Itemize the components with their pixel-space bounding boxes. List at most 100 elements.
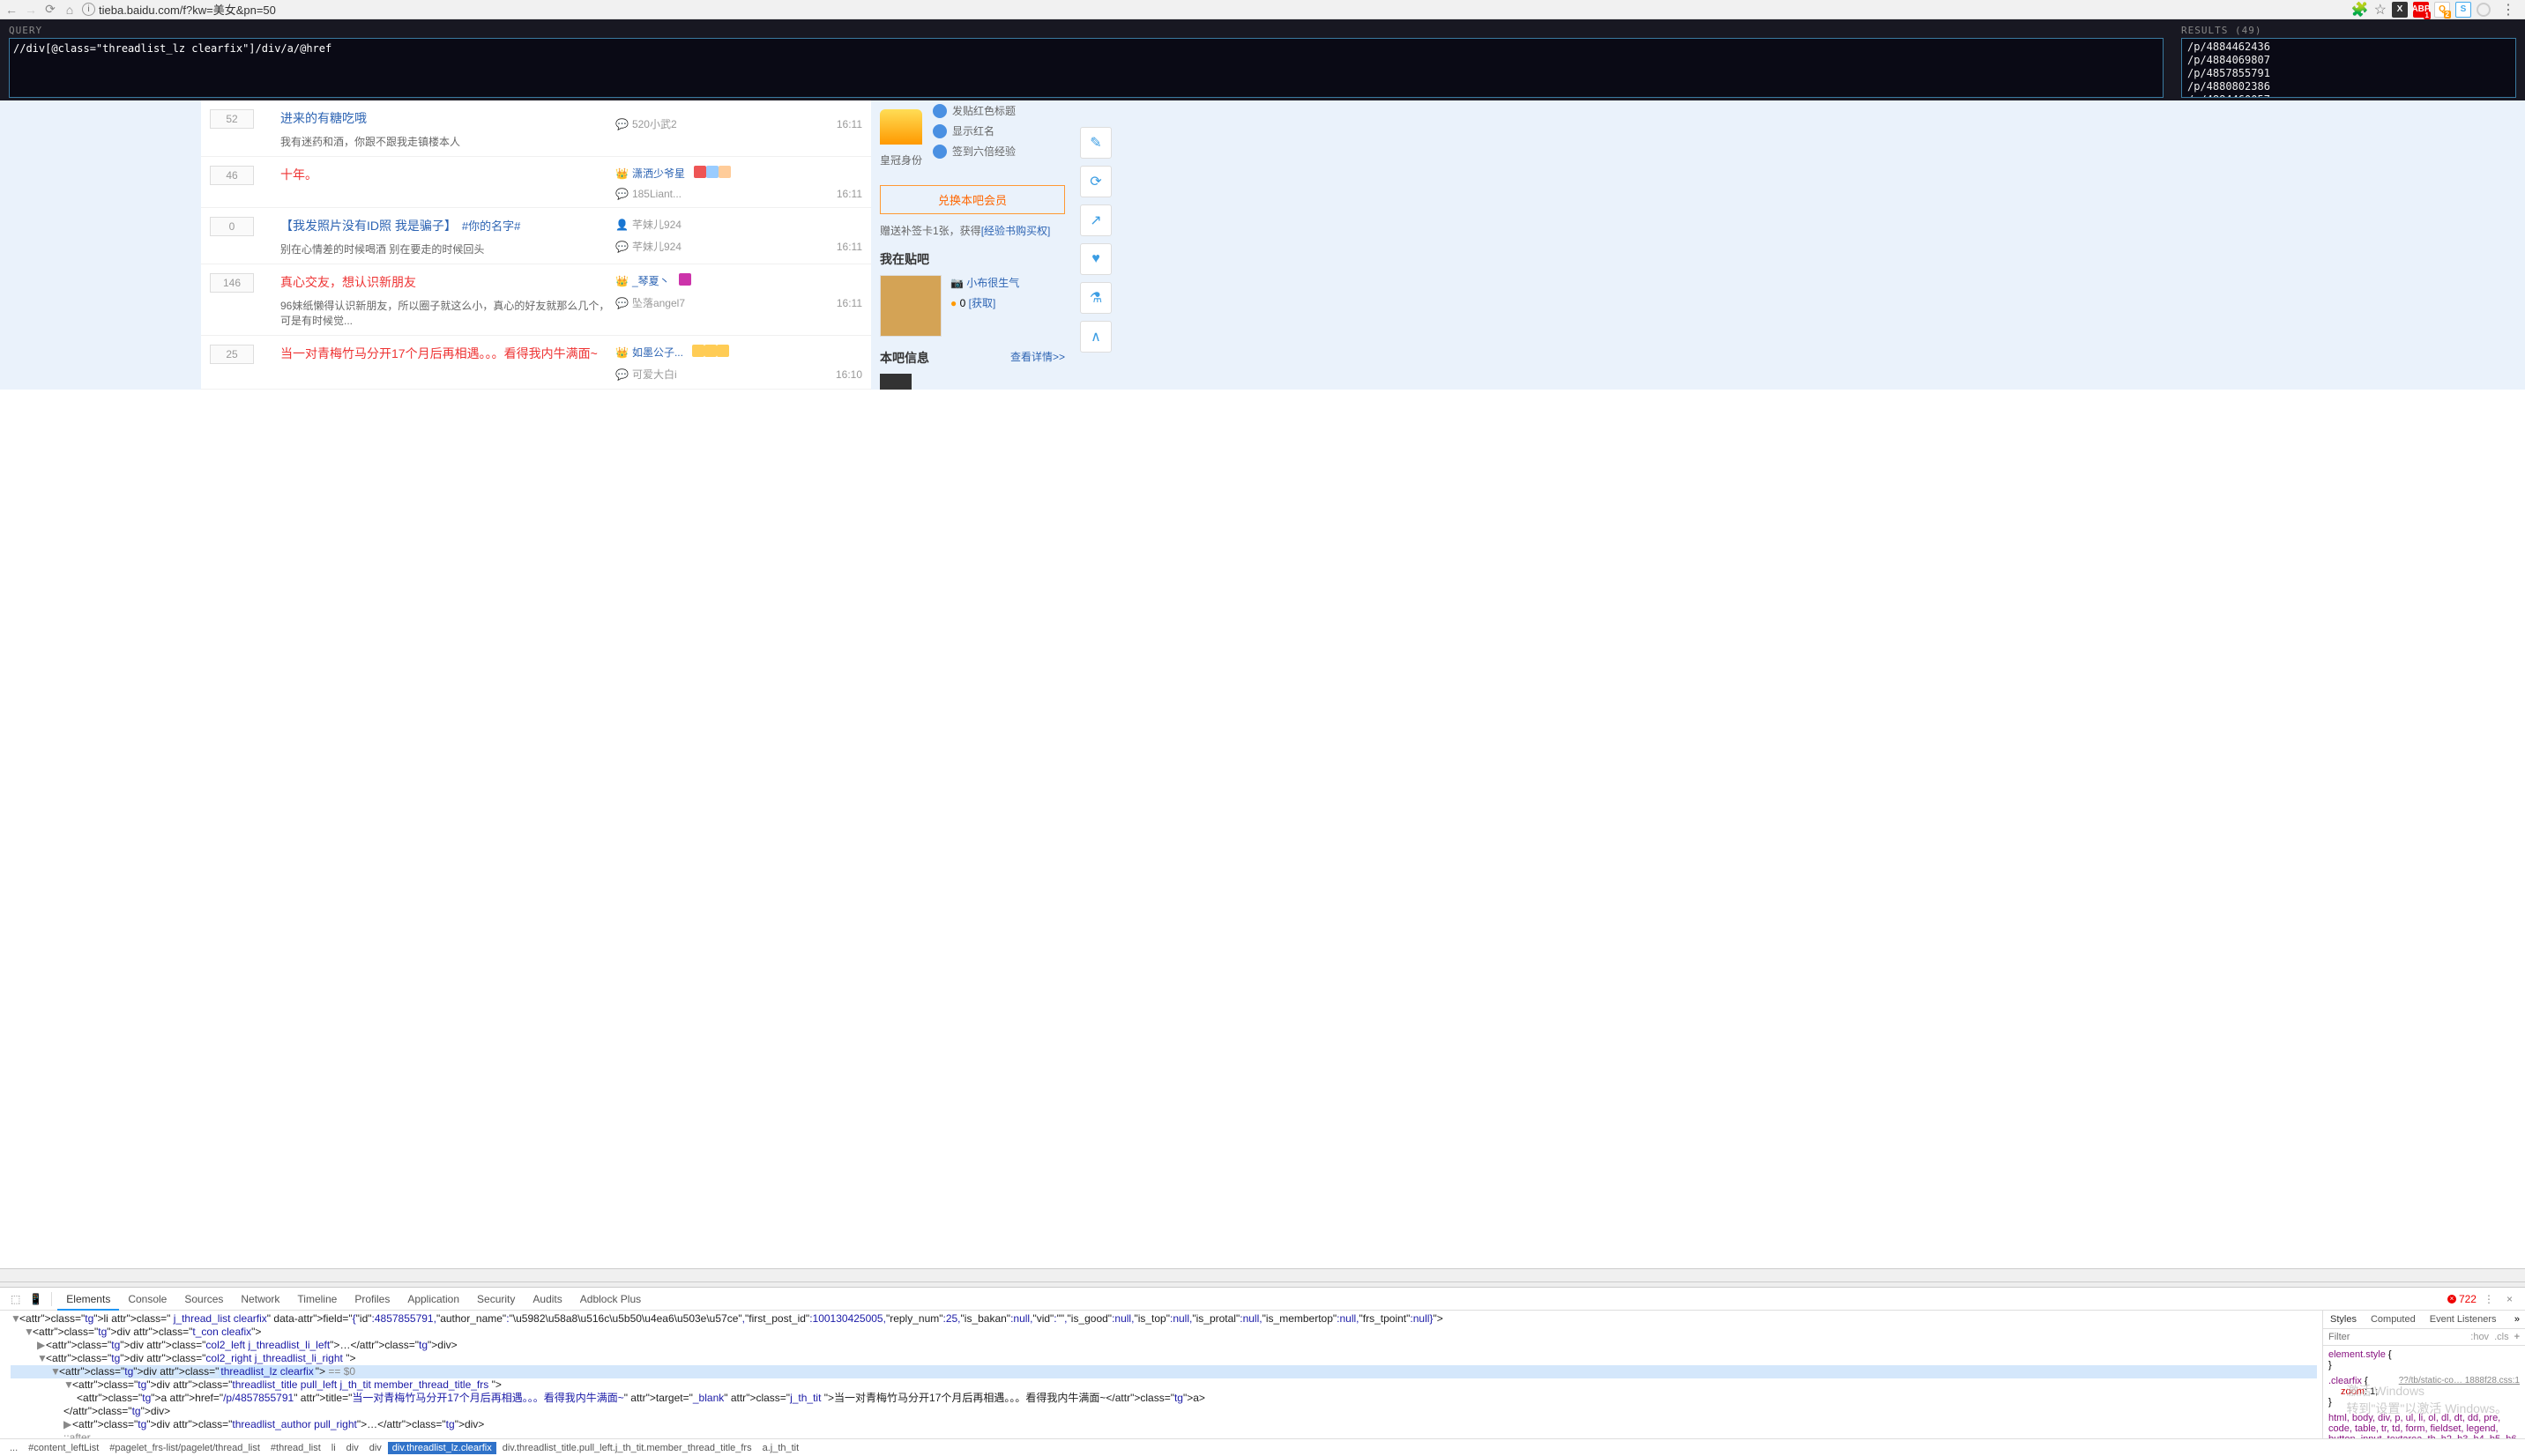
device-icon[interactable]: 📱 (26, 1293, 46, 1305)
reply-count: 25 (210, 345, 254, 364)
gift-link[interactable]: [经验书购买权] (981, 225, 1051, 237)
devtools-tab[interactable]: Console (119, 1289, 175, 1309)
devtools-close-icon[interactable]: × (2501, 1293, 2518, 1305)
breadcrumb-item[interactable]: ... (5, 1442, 22, 1454)
reply-count: 146 (210, 273, 254, 293)
browser-toolbar: ← → ⟳ ⌂ i tieba.baidu.com/f?kw=美女&pn=50 … (0, 0, 2525, 19)
bookmark-star-icon[interactable]: ☆ (2374, 1, 2387, 19)
styles-panel: StylesComputedEvent Listeners » :hov .cls… (2322, 1311, 2525, 1438)
user-avatar[interactable] (880, 275, 942, 337)
styles-tab[interactable]: Computed (2364, 1311, 2423, 1328)
user-name-link[interactable]: 小布很生气 (966, 277, 1019, 289)
breadcrumb-path[interactable]: ...#content_leftList#pagelet_frs-list/pa… (0, 1438, 2525, 1456)
result-item[interactable]: /p/4884462436 (2187, 41, 2510, 54)
info-icon[interactable]: i (82, 3, 95, 16)
last-replier[interactable]: 520小武2 (632, 116, 677, 131)
breadcrumb-item[interactable]: #thread_list (266, 1442, 325, 1454)
styles-more-icon[interactable]: » (2509, 1311, 2525, 1328)
thread-row: 146 真心交友，想认识新朋友 96妹纸懒得认识新朋友，所以圈子就这么小，真心的… (201, 264, 871, 336)
breadcrumb-item[interactable]: div (342, 1442, 363, 1454)
bar-info-section: 本吧信息 查看详情>> (880, 349, 1065, 367)
thread-author[interactable]: 芊妹儿924 (632, 217, 682, 232)
thread-title[interactable]: 十年。 (280, 166, 615, 183)
float-action-button[interactable]: ⚗ (1080, 282, 1112, 314)
float-action-button[interactable]: ⟳ (1080, 166, 1112, 197)
thread-title[interactable]: 真心交友，想认识新朋友 (280, 273, 615, 291)
devtools-tab[interactable]: Audits (524, 1289, 570, 1309)
breadcrumb-item[interactable]: a.j_th_tit (758, 1442, 804, 1454)
last-replier[interactable]: 芊妹儿924 (632, 239, 682, 254)
styles-tab[interactable]: Event Listeners (2423, 1311, 2504, 1328)
add-rule-icon[interactable]: + (2514, 1332, 2520, 1342)
ext-circle-icon[interactable] (2477, 3, 2491, 17)
ext-q-icon[interactable]: Q2 (2434, 2, 2450, 18)
thread-list: 52 进来的有糖吃哦 我有迷药和酒，你跟不跟我走镇楼本人 💬520小武216:1… (201, 100, 871, 390)
thread-author[interactable]: 潇洒少爷星 (632, 166, 685, 181)
error-count[interactable]: ×722 (2447, 1293, 2477, 1305)
last-replier[interactable]: 坠落angel7 (632, 295, 685, 310)
styles-filter-input[interactable] (2328, 1332, 2381, 1342)
devtools-tab[interactable]: Timeline (288, 1289, 346, 1309)
address-bar[interactable]: i tieba.baidu.com/f?kw=美女&pn=50 (82, 1, 2346, 18)
css-rules[interactable]: element.style {}.clearfix {??/tb/static-… (2323, 1346, 2525, 1438)
thread-author[interactable]: _琴夏丶 (632, 273, 670, 288)
query-input[interactable] (9, 38, 2164, 98)
exchange-member-button[interactable]: 兑换本吧会员 (880, 185, 1065, 214)
result-item[interactable]: /p/4857855791 (2187, 67, 2510, 80)
breadcrumb-item[interactable]: #pagelet_frs-list/pagelet/thread_list (105, 1442, 264, 1454)
thread-row: 0 【我发照片没有ID照 我是骗子】#你的名字# 别在心情差的时候喝酒 别在要走… (201, 208, 871, 264)
reload-button[interactable]: ⟳ (43, 3, 57, 17)
thread-author[interactable]: 如墨公子... (632, 345, 683, 360)
feature-item: 签到六倍经验 (933, 141, 1016, 161)
devtools-tab[interactable]: Application (398, 1289, 468, 1309)
ext-abp-icon[interactable]: ABP1 (2413, 2, 2429, 18)
thread-row: 25 当一对青梅竹马分开17个月后再相遇。。。看得我内牛满面~ 👑如墨公子...… (201, 336, 871, 390)
last-replier[interactable]: 可爱大白i (632, 367, 677, 382)
breadcrumb-item[interactable]: div.threadlist_title.pull_left.j_th_tit.… (498, 1442, 756, 1454)
float-action-button[interactable]: ✎ (1080, 127, 1112, 159)
home-button[interactable]: ⌂ (63, 3, 77, 17)
coin-icon: ● (950, 297, 957, 309)
result-item[interactable]: /p/4880802386 (2187, 80, 2510, 93)
styles-tab[interactable]: Styles (2323, 1311, 2364, 1328)
devtools-tab[interactable]: Network (232, 1289, 288, 1309)
devtools-tab[interactable]: Adblock Plus (571, 1289, 650, 1309)
breadcrumb-item[interactable]: #content_leftList (24, 1442, 103, 1454)
devtools-tab[interactable]: Profiles (346, 1289, 398, 1309)
float-action-button[interactable]: ↗ (1080, 204, 1112, 236)
thread-title[interactable]: 【我发照片没有ID照 我是骗子】#你的名字# (280, 217, 615, 234)
floating-actions: ✎ ⟳ ↗ ♥ ⚗ ∧ (1074, 100, 1118, 390)
hov-toggle[interactable]: :hov (2470, 1332, 2489, 1342)
back-button[interactable]: ← (4, 3, 19, 17)
ext-s-icon[interactable]: S (2455, 2, 2471, 18)
gift-text: 赠送补签卡1张，获得[经验书购买权] (880, 223, 1065, 238)
devtools-tab[interactable]: Sources (175, 1289, 232, 1309)
forward-button[interactable]: → (24, 3, 38, 17)
results-list[interactable]: /p/4884462436/p/4884069807/p/4857855791/… (2181, 38, 2516, 98)
devtools-tab[interactable]: Elements (57, 1289, 119, 1311)
breadcrumb-item[interactable]: li (327, 1442, 340, 1454)
thread-title[interactable]: 当一对青梅竹马分开17个月后再相遇。。。看得我内牛满面~ (280, 345, 615, 362)
inspect-icon[interactable]: ⬚ (7, 1293, 24, 1305)
result-item[interactable]: /p/4884069807 (2187, 54, 2510, 67)
elements-tree[interactable]: ▼<attr">class="tg">li attr">class=" j_th… (0, 1311, 2322, 1438)
breadcrumb-item[interactable]: div.threadlist_lz.clearfix (388, 1442, 496, 1454)
cls-toggle[interactable]: .cls (2494, 1332, 2509, 1342)
browser-menu-icon[interactable]: ⋮ (2496, 1, 2521, 19)
thread-title[interactable]: 进来的有糖吃哦 (280, 109, 615, 127)
devtools-tab[interactable]: Security (468, 1289, 524, 1309)
ext-x-icon[interactable]: X (2392, 2, 2408, 18)
view-details-link[interactable]: 查看详情>> (1010, 349, 1065, 364)
puzzle-icon[interactable]: 🧩 (2351, 1, 2369, 19)
float-action-button[interactable]: ♥ (1080, 243, 1112, 275)
crown-label: 皇冠身份 (880, 152, 922, 167)
last-replier[interactable]: 185Liant... (632, 188, 682, 200)
result-item[interactable]: /p/4884460057 (2187, 93, 2510, 98)
breadcrumb-item[interactable]: div (365, 1442, 386, 1454)
get-link[interactable]: [获取] (969, 297, 996, 309)
devtools-menu-icon[interactable]: ⋮ (2478, 1293, 2499, 1305)
horizontal-scrollbar[interactable] (0, 1268, 2525, 1281)
float-action-button[interactable]: ∧ (1080, 321, 1112, 353)
thread-time: 16:11 (837, 188, 862, 200)
bar-avatar (880, 374, 912, 390)
